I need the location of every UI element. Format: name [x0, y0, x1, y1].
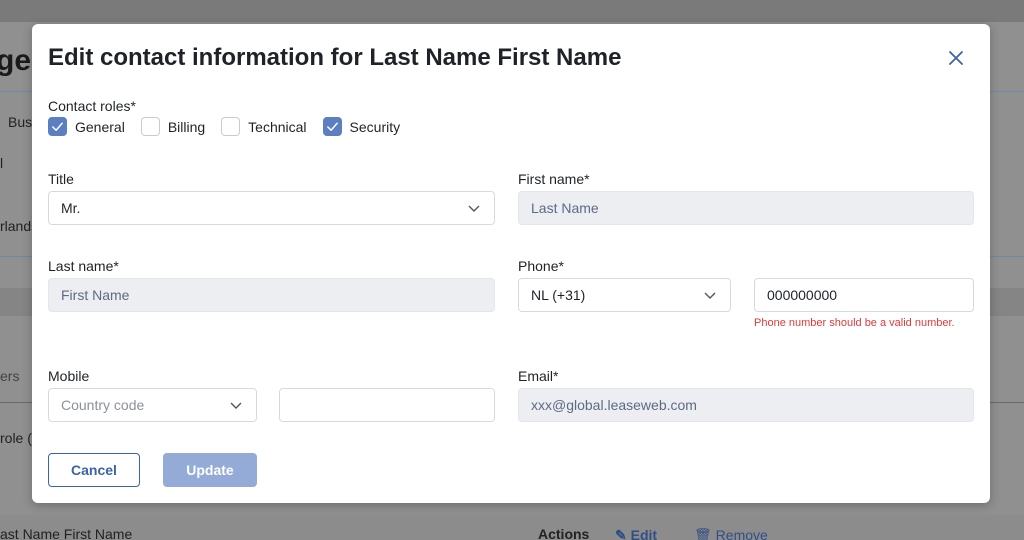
- first-name-value: Last Name: [531, 200, 599, 216]
- contact-roles-label: Contact roles*: [48, 98, 136, 114]
- phone-label: Phone*: [518, 258, 564, 274]
- phone-country-select[interactable]: NL (+31): [518, 278, 731, 312]
- background-top-bar: [0, 0, 1024, 22]
- mobile-country-select[interactable]: Country code: [48, 388, 257, 422]
- background-remove-link[interactable]: 🗑 Remove: [694, 527, 768, 540]
- background-actions-label: Actions: [538, 526, 590, 540]
- role-security-checkbox[interactable]: Security: [322, 117, 401, 136]
- background-bottom-row: ast Name First Name Actions ✎ Edit 🗑 Rem…: [0, 515, 1024, 540]
- checkbox-checked-icon[interactable]: [48, 117, 67, 136]
- first-name-label: First name*: [518, 171, 590, 187]
- mobile-number-input[interactable]: [279, 388, 495, 422]
- first-name-field: Last Name: [518, 191, 974, 225]
- mobile-label: Mobile: [48, 368, 90, 384]
- email-field: xxx@global.leaseweb.com: [518, 388, 974, 422]
- last-name-value: First Name: [61, 287, 130, 303]
- phone-error-message: Phone number should be a valid number.: [754, 317, 955, 329]
- role-billing-label: Billing: [167, 118, 206, 135]
- role-technical-checkbox[interactable]: Technical: [221, 117, 307, 136]
- phone-number-value: 000000000: [767, 287, 838, 303]
- title-label: Title: [48, 171, 74, 187]
- background-item-text: l: [0, 155, 4, 171]
- mobile-country-placeholder: Country code: [61, 397, 145, 413]
- title-select-value: Mr.: [61, 200, 81, 216]
- background-name-text: ast Name First Name: [0, 526, 133, 540]
- last-name-label: Last name*: [48, 258, 119, 274]
- role-security-label: Security: [349, 118, 401, 135]
- chevron-down-icon: [230, 402, 242, 409]
- email-label: Email*: [518, 368, 559, 384]
- contact-roles-group: General Billing Technical Security: [48, 117, 416, 136]
- role-billing-checkbox[interactable]: Billing: [140, 117, 206, 136]
- checkbox-checked-icon[interactable]: [322, 117, 342, 136]
- background-tab-text: ers: [0, 368, 20, 384]
- background-edit-link[interactable]: ✎ Edit: [615, 527, 657, 540]
- email-value: xxx@global.leaseweb.com: [531, 397, 697, 413]
- phone-number-input[interactable]: 000000000: [754, 278, 974, 312]
- chevron-down-icon: [704, 292, 716, 299]
- cancel-button[interactable]: Cancel: [48, 453, 140, 487]
- checkbox-unchecked-icon[interactable]: [221, 117, 241, 136]
- edit-contact-modal: Edit contact information for Last Name F…: [32, 24, 990, 503]
- modal-title: Edit contact information for Last Name F…: [48, 44, 622, 71]
- background-role-text: role (: [0, 430, 32, 446]
- chevron-down-icon: [468, 205, 480, 212]
- background-remove-label: Remove: [715, 527, 768, 540]
- background-business-text: Bus: [8, 114, 33, 130]
- background-heading: ge: [0, 44, 32, 77]
- last-name-field: First Name: [48, 278, 495, 312]
- close-icon[interactable]: [944, 46, 968, 70]
- role-general-label: General: [75, 118, 125, 135]
- background-edit-label: Edit: [630, 527, 658, 540]
- role-technical-label: Technical: [248, 118, 307, 135]
- update-button[interactable]: Update: [163, 453, 257, 487]
- title-select[interactable]: Mr.: [48, 191, 495, 225]
- role-general-checkbox[interactable]: General: [48, 117, 125, 136]
- phone-country-value: NL (+31): [531, 287, 586, 303]
- checkbox-unchecked-icon[interactable]: [140, 117, 160, 136]
